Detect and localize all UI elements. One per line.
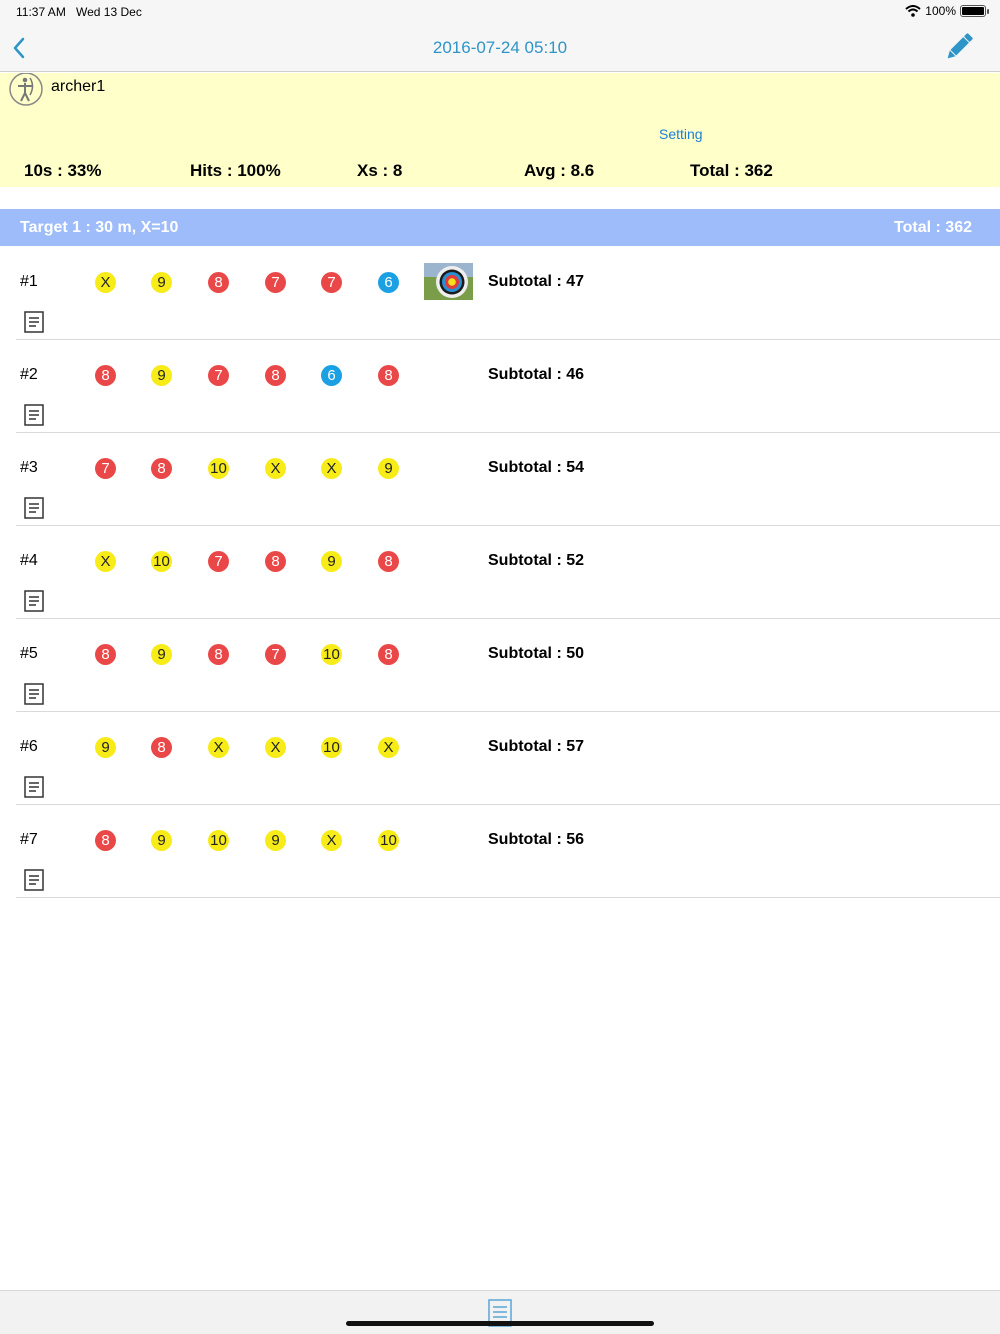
arrow-score[interactable]: X: [208, 737, 229, 758]
arrow-score[interactable]: 10: [378, 830, 399, 851]
arrow-score[interactable]: 9: [265, 830, 286, 851]
arrow-score[interactable]: X: [265, 458, 286, 479]
end-row[interactable]: #4 X 10 7 8 9 8 Subtotal : 52: [0, 526, 1000, 619]
note-icon[interactable]: [24, 404, 44, 426]
end-number: #3: [20, 459, 38, 476]
arrow-score[interactable]: 7: [208, 365, 229, 386]
arrow-score[interactable]: 9: [95, 737, 116, 758]
end-subtotal: Subtotal : 54: [488, 459, 585, 476]
end-number: #7: [20, 831, 38, 848]
page-title: 2016-07-24 05:10: [432, 38, 568, 57]
status-time: 11:37 AM: [16, 5, 66, 19]
archer-icon: [8, 72, 44, 106]
end-number: #4: [20, 552, 38, 569]
end-subtotal: Subtotal : 57: [488, 738, 585, 755]
arrow-score[interactable]: X: [378, 737, 399, 758]
arrow-score[interactable]: X: [265, 737, 286, 758]
arrow-score[interactable]: 8: [208, 644, 229, 665]
stat-xs: Xs : 8: [357, 161, 403, 180]
arrow-score[interactable]: 7: [208, 551, 229, 572]
arrow-score[interactable]: 9: [151, 644, 172, 665]
arrow-score[interactable]: 9: [151, 830, 172, 851]
navigation-bar: 11:37 AM Wed 13 Dec 100% 2016-07-24 05:1…: [0, 0, 1000, 72]
stat-tens: 10s : 33%: [24, 161, 102, 180]
bottom-toolbar: [0, 1290, 1000, 1334]
end-subtotal: Subtotal : 46: [488, 366, 585, 383]
note-icon[interactable]: [24, 776, 44, 798]
pencil-icon: [947, 33, 973, 59]
end-number: #5: [20, 645, 38, 662]
end-subtotal: Subtotal : 50: [488, 645, 585, 662]
target-total: Total : 362: [894, 219, 972, 236]
stat-hits: Hits : 100%: [190, 161, 281, 180]
end-subtotal: Subtotal : 56: [488, 831, 585, 848]
end-list: #1 X 9 8 7 7 6 Subtotal : 47 #2 8 9 7 8 6 8 Subtotal : …: [0, 247, 1000, 898]
status-indicators: 100%: [905, 4, 989, 18]
end-number: #1: [20, 273, 38, 290]
end-row[interactable]: #5 8 9 8 7 10 8 Subtotal : 50: [0, 619, 1000, 712]
edit-button[interactable]: [942, 30, 976, 64]
arrow-score[interactable]: 7: [95, 458, 116, 479]
note-icon[interactable]: [24, 311, 44, 333]
arrow-score[interactable]: 6: [321, 365, 342, 386]
wifi-icon: [905, 5, 921, 17]
arrow-score[interactable]: 10: [208, 830, 229, 851]
app-root: 11:37 AM Wed 13 Dec 100% 2016-07-24 05:1…: [0, 0, 1000, 1334]
arrow-score[interactable]: 9: [151, 272, 172, 293]
arrow-score[interactable]: 7: [321, 272, 342, 293]
summary-panel: archer1 Setting 10s : 33% Hits : 100% Xs…: [0, 72, 1000, 187]
arrow-score[interactable]: 9: [378, 458, 399, 479]
arrow-score[interactable]: 8: [208, 272, 229, 293]
arrow-score[interactable]: 10: [321, 644, 342, 665]
arrow-score[interactable]: 8: [95, 644, 116, 665]
arrow-score[interactable]: 8: [265, 551, 286, 572]
arrow-score[interactable]: 8: [378, 365, 399, 386]
arrow-score[interactable]: 10: [151, 551, 172, 572]
note-icon[interactable]: [24, 590, 44, 612]
note-icon[interactable]: [24, 683, 44, 705]
arrow-score[interactable]: X: [321, 458, 342, 479]
arrow-score[interactable]: 9: [321, 551, 342, 572]
arrow-score[interactable]: 6: [378, 272, 399, 293]
battery-percent: 100%: [925, 4, 956, 18]
home-indicator: [346, 1321, 654, 1326]
arrow-score[interactable]: X: [95, 551, 116, 572]
end-number: #2: [20, 366, 38, 383]
archer-name: archer1: [51, 78, 106, 95]
target-photo[interactable]: [424, 263, 473, 300]
arrow-score[interactable]: 8: [151, 458, 172, 479]
note-icon[interactable]: [24, 497, 44, 519]
battery-icon: [960, 5, 989, 17]
stat-total: Total : 362: [690, 161, 773, 180]
end-subtotal: Subtotal : 47: [488, 273, 585, 290]
setting-link[interactable]: Setting: [659, 126, 703, 142]
target-header[interactable]: Target 1 : 30 m, X=10 Total : 362: [0, 209, 1000, 246]
arrow-score[interactable]: 8: [378, 551, 399, 572]
stat-avg: Avg : 8.6: [524, 161, 595, 180]
arrow-score[interactable]: 10: [321, 737, 342, 758]
end-row[interactable]: #3 7 8 10 X X 9 Subtotal : 54: [0, 433, 1000, 526]
end-row[interactable]: #1 X 9 8 7 7 6 Subtotal : 47: [0, 247, 1000, 340]
arrow-score[interactable]: X: [95, 272, 116, 293]
status-date: Wed 13 Dec: [76, 5, 142, 19]
arrow-score[interactable]: 10: [208, 458, 229, 479]
arrow-score[interactable]: 8: [265, 365, 286, 386]
note-icon[interactable]: [24, 869, 44, 891]
arrow-score[interactable]: 8: [95, 365, 116, 386]
arrow-score[interactable]: 7: [265, 644, 286, 665]
arrow-score[interactable]: 8: [378, 644, 399, 665]
end-row[interactable]: #2 8 9 7 8 6 8 Subtotal : 46: [0, 340, 1000, 433]
arrow-score[interactable]: 8: [95, 830, 116, 851]
end-number: #6: [20, 738, 38, 755]
arrow-score[interactable]: X: [321, 830, 342, 851]
arrow-score[interactable]: 7: [265, 272, 286, 293]
end-subtotal: Subtotal : 52: [488, 552, 585, 569]
row-divider: [16, 897, 1000, 898]
end-row[interactable]: #6 9 8 X X 10 X Subtotal : 57: [0, 712, 1000, 805]
end-row[interactable]: #7 8 9 10 9 X 10 Subtotal : 56: [0, 805, 1000, 898]
arrow-score[interactable]: 9: [151, 365, 172, 386]
arrow-score[interactable]: 8: [151, 737, 172, 758]
target-title: Target 1 : 30 m, X=10: [20, 219, 179, 236]
